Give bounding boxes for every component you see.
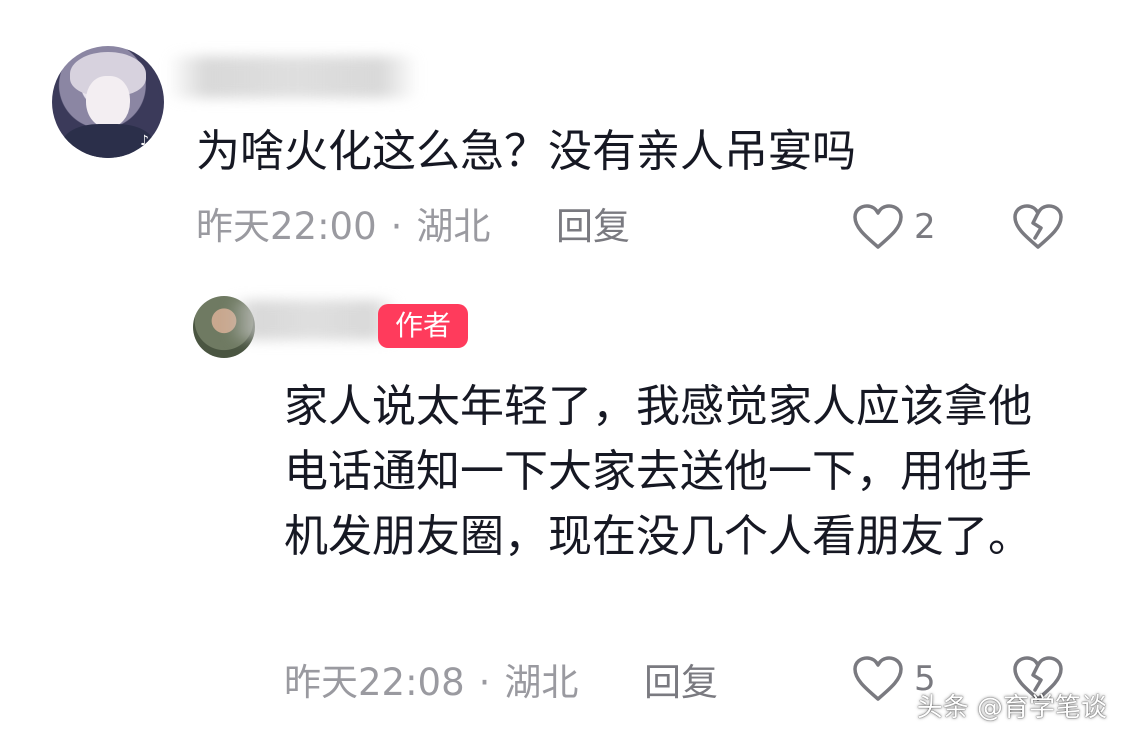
comment-text: 家人说太年轻了，我感觉家人应该拿他电话通知一下大家去送他一下，用他手机发朋友圈，… [284, 381, 1032, 562]
author-badge: 作者 [378, 304, 468, 348]
comment-time: 昨天22:00 [196, 205, 377, 248]
username-blurred[interactable] [228, 300, 398, 340]
tiktok-icon: ♪ [140, 133, 149, 149]
username-blurred[interactable] [168, 56, 418, 98]
watermark: 头条 @育学笔谈 [916, 693, 1107, 723]
reply-button[interactable]: 回复 [644, 660, 718, 706]
meta-separator: · [478, 661, 491, 704]
heart-outline-icon [853, 656, 903, 701]
reply-button[interactable]: 回复 [556, 204, 630, 250]
avatar-face [86, 76, 130, 128]
comment-location: 湖北 [416, 205, 491, 248]
broken-heart-icon [1013, 204, 1063, 249]
like-button[interactable]: 2 [852, 204, 936, 250]
like-count: 2 [914, 207, 936, 247]
meta-separator: · [390, 205, 403, 248]
comment-meta: 昨天22:08 · 湖北 [284, 660, 578, 706]
comment-location: 湖北 [504, 661, 579, 704]
avatar[interactable]: ♪ [52, 46, 164, 158]
dislike-button[interactable] [1012, 204, 1064, 254]
comment-meta: 昨天22:00 · 湖北 [196, 204, 490, 250]
heart-outline-icon [853, 204, 903, 249]
comment-text: 为啥火化这么急？没有亲人吊宴吗 [196, 126, 856, 177]
comment-time: 昨天22:08 [284, 661, 465, 704]
